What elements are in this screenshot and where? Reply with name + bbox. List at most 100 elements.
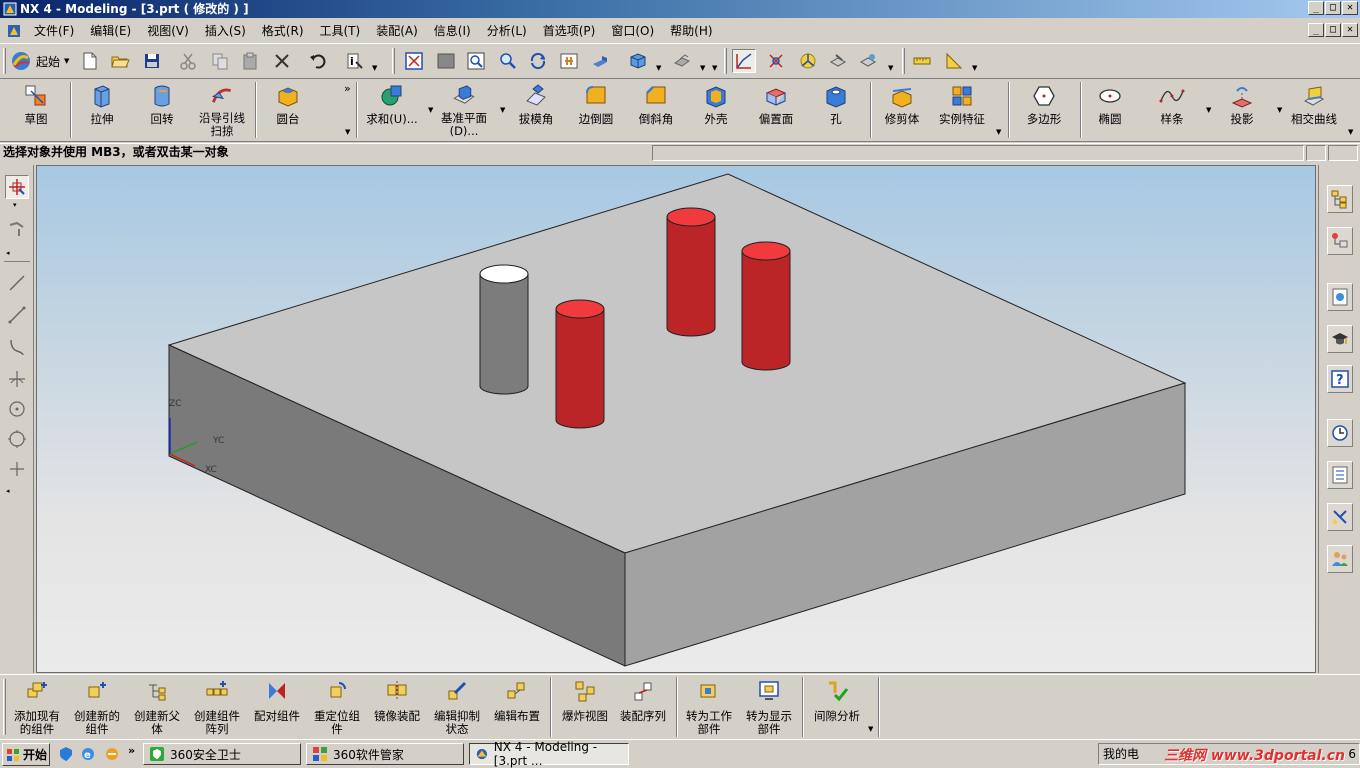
circle-tool-button[interactable] xyxy=(5,427,29,451)
assembly-button-mate-component[interactable]: 配对组件 xyxy=(246,677,308,737)
assembly-button-make-work-part[interactable]: 转为工作 部件 xyxy=(678,677,740,737)
circle-center-button[interactable] xyxy=(5,397,29,421)
chevron-down-icon[interactable]: ▼ xyxy=(500,106,505,114)
chevron-down-icon[interactable]: ▼ xyxy=(700,64,705,72)
toolbar-grip[interactable] xyxy=(392,48,395,74)
point-tool-button[interactable] xyxy=(5,367,29,391)
toolbar-grip[interactable] xyxy=(3,48,6,74)
feature-button-extrude[interactable]: 拉伸 xyxy=(72,82,132,138)
undo-button[interactable] xyxy=(306,49,330,73)
chevron-down-icon[interactable]: ▼ xyxy=(972,64,977,72)
start-button[interactable]: 开始 xyxy=(2,743,50,766)
chevron-down-icon[interactable]: ▼ xyxy=(345,128,350,136)
chevron-down-icon[interactable]: ▼ xyxy=(1348,128,1353,136)
feature-button-edge-blend[interactable]: 边倒圆 xyxy=(566,82,626,138)
system-materials-tab[interactable] xyxy=(1327,461,1353,489)
feature-button-shell[interactable]: 外壳 xyxy=(686,82,746,138)
menu-item[interactable]: 帮助(H) xyxy=(662,23,720,39)
feature-button-instance-feature[interactable]: 实例特征 xyxy=(932,82,992,138)
assembly-button-edit-suppression[interactable]: 编辑抑制 状态 xyxy=(426,677,488,737)
chevron-left-icon[interactable]: ◂ xyxy=(6,249,10,257)
model-view[interactable]: ZC YC XC xyxy=(37,166,1316,673)
doc-restore-button[interactable]: □ xyxy=(1325,23,1341,37)
quick-launch-more-chevron[interactable]: » xyxy=(128,744,135,757)
taskbar-item-nx[interactable]: NX 4 - Modeling - [3.prt ... xyxy=(469,740,629,768)
toolbar-grip[interactable] xyxy=(902,48,905,74)
feature-button-trim-body[interactable]: 修剪体 xyxy=(872,82,932,138)
menu-item[interactable]: 视图(V) xyxy=(139,23,197,39)
feature-button-boss[interactable]: 圆台 xyxy=(258,82,318,138)
menu-item[interactable]: 工具(T) xyxy=(312,23,369,39)
chevron-down-icon[interactable]: ▼ xyxy=(64,57,69,65)
zoom-region-button[interactable] xyxy=(464,49,488,73)
copy-button[interactable] xyxy=(208,49,232,73)
minimize-button[interactable]: _ xyxy=(1308,1,1324,15)
measure-distance-button[interactable] xyxy=(910,49,934,73)
feature-button-draft[interactable]: 拔模角 xyxy=(506,82,566,138)
menu-item[interactable]: 分析(L) xyxy=(479,23,535,39)
feature-button-unite[interactable]: 求和(U)... xyxy=(362,82,422,138)
feature-button-sketch[interactable]: 草图 xyxy=(6,82,66,138)
menu-item[interactable]: 编辑(E) xyxy=(82,23,139,39)
save-button[interactable] xyxy=(140,49,164,73)
help-tab[interactable]: ? xyxy=(1327,365,1353,393)
more-tools-chevron[interactable]: » xyxy=(344,82,351,95)
red-cylinder[interactable] xyxy=(741,241,791,371)
pan-button[interactable] xyxy=(557,49,581,73)
doc-close-button[interactable]: ✕ xyxy=(1342,23,1358,37)
information-button[interactable]: i xyxy=(342,49,366,73)
zoom-box-button[interactable] xyxy=(434,49,458,73)
assembly-button-new-component[interactable]: 创建新的 组件 xyxy=(66,677,128,737)
zoom-button[interactable] xyxy=(496,49,520,73)
assembly-navigator-tab[interactable] xyxy=(1327,185,1353,213)
assembly-button-new-parent[interactable]: 创建新父 体 xyxy=(126,677,188,737)
line-points-button[interactable] xyxy=(5,303,29,327)
feature-button-revolve[interactable]: 回转 xyxy=(132,82,192,138)
chevron-down-icon[interactable]: ▼ xyxy=(1206,106,1211,114)
assembly-button-mirror-assembly[interactable]: 镜像装配 xyxy=(366,677,428,737)
rotate-button[interactable] xyxy=(526,49,550,73)
select-button[interactable] xyxy=(5,175,29,199)
assembly-button-assembly-sequence[interactable]: 装配序列 xyxy=(612,677,674,737)
new-file-button[interactable] xyxy=(78,49,102,73)
perspective-button[interactable] xyxy=(588,49,612,73)
red-cylinder[interactable] xyxy=(666,207,716,337)
close-button[interactable]: ✕ xyxy=(1342,1,1358,15)
red-cylinder[interactable] xyxy=(555,299,605,429)
assembly-button-exploded-view[interactable]: 爆炸视图 xyxy=(554,677,616,737)
part-navigator-tab[interactable] xyxy=(1327,227,1353,255)
chevron-left-icon[interactable]: ◂ xyxy=(6,487,10,495)
assembly-button-reposition[interactable]: 重定位组 件 xyxy=(306,677,368,737)
chevron-down-icon[interactable]: ▼ xyxy=(428,106,433,114)
chevron-down-icon[interactable]: ▼ xyxy=(656,64,661,72)
gray-cylinder[interactable] xyxy=(479,264,529,395)
assembly-button-make-displayed-part[interactable]: 转为显示 部件 xyxy=(738,677,800,737)
graphics-window[interactable]: ZC YC XC xyxy=(36,165,1316,673)
selection-filter-button[interactable] xyxy=(732,49,756,73)
chevron-down-icon[interactable]: ▼ xyxy=(868,725,873,733)
toolbar-grip[interactable] xyxy=(724,48,727,74)
feature-button-hole[interactable]: 孔 xyxy=(806,82,866,138)
clock[interactable]: 6 xyxy=(1348,744,1356,764)
menu-item[interactable]: 首选项(P) xyxy=(535,23,604,39)
training-tab[interactable] xyxy=(1327,325,1353,353)
point-button[interactable] xyxy=(5,457,29,481)
wcs-button[interactable] xyxy=(796,49,820,73)
start-menu-button[interactable]: 起始 ▼ xyxy=(10,50,69,72)
menu-item[interactable]: 装配(A) xyxy=(368,23,426,39)
chevron-down-icon[interactable]: ▾ xyxy=(13,201,17,209)
line-tool-button[interactable] xyxy=(5,271,29,295)
feature-button-datum-plane[interactable]: 基准平面 (D)... xyxy=(434,82,494,138)
chevron-down-icon[interactable]: ▼ xyxy=(996,128,1001,136)
quick-launch-shield-icon[interactable] xyxy=(58,746,74,762)
measure-angle-button[interactable] xyxy=(942,49,966,73)
roles-tab[interactable] xyxy=(1327,545,1353,573)
menu-item[interactable]: 文件(F) xyxy=(26,23,82,39)
taskbar-item-360-safe[interactable]: 360安全卫士 xyxy=(143,743,301,765)
internet-explorer-tab[interactable] xyxy=(1327,283,1353,311)
feature-button-project[interactable]: 投影 xyxy=(1212,82,1272,138)
taskbar-item-360-software[interactable]: 360软件管家 xyxy=(306,743,464,765)
feature-button-intersection-curve[interactable]: 相交曲线 xyxy=(1284,82,1344,138)
maximize-button[interactable]: □ xyxy=(1325,1,1341,15)
chevron-down-icon[interactable]: ▼ xyxy=(1277,106,1282,114)
